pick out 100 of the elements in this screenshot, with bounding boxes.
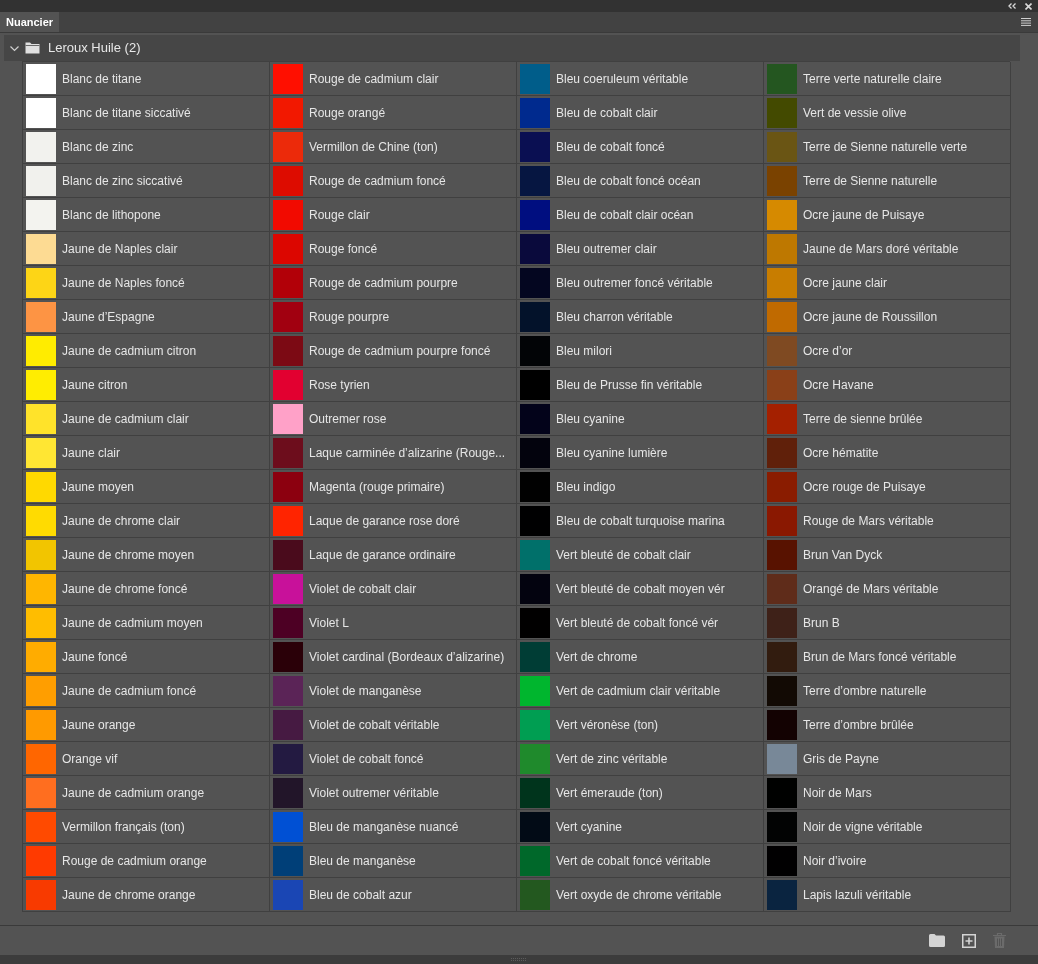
swatch-item[interactable]: Bleu outremer clair: [517, 232, 764, 266]
folder-icon[interactable]: [929, 934, 945, 947]
swatch-item[interactable]: Rouge foncé: [270, 232, 517, 266]
swatch-item[interactable]: Terre d’ombre naturelle: [764, 674, 1011, 708]
swatch-item[interactable]: Vert de vessie olive: [764, 96, 1011, 130]
swatch-item[interactable]: Jaune foncé: [23, 640, 270, 674]
swatch-item[interactable]: Bleu charron véritable: [517, 300, 764, 334]
swatch-item[interactable]: Blanc de lithopone: [23, 198, 270, 232]
close-icon[interactable]: [1025, 2, 1032, 10]
swatch-item[interactable]: Rouge pourpre: [270, 300, 517, 334]
swatch-item[interactable]: Rouge orangé: [270, 96, 517, 130]
swatch-item[interactable]: Vert bleuté de cobalt moyen vér: [517, 572, 764, 606]
plus-square-icon[interactable]: [962, 933, 976, 948]
swatch-item[interactable]: Jaune de chrome moyen: [23, 538, 270, 572]
swatch-item[interactable]: Orangé de Mars véritable: [764, 572, 1011, 606]
swatch-item[interactable]: Jaune de Naples clair: [23, 232, 270, 266]
swatch-item[interactable]: Ocre jaune de Puisaye: [764, 198, 1011, 232]
swatch-item[interactable]: Noir de Mars: [764, 776, 1011, 810]
swatch-item[interactable]: Terre de sienne brûlée: [764, 402, 1011, 436]
swatch-item[interactable]: Jaune clair: [23, 436, 270, 470]
swatch-item[interactable]: Violet de cobalt clair: [270, 572, 517, 606]
resize-grip-icon[interactable]: [511, 958, 527, 961]
swatch-item[interactable]: Violet de cobalt véritable: [270, 708, 517, 742]
swatch-item[interactable]: Blanc de zinc: [23, 130, 270, 164]
swatch-item[interactable]: Vermillon français (ton): [23, 810, 270, 844]
swatch-item[interactable]: Jaune orange: [23, 708, 270, 742]
swatch-item[interactable]: Bleu de cobalt turquoise marina: [517, 504, 764, 538]
swatch-item[interactable]: Brun de Mars foncé véritable: [764, 640, 1011, 674]
swatch-item[interactable]: Vert cyanine: [517, 810, 764, 844]
swatch-item[interactable]: Jaune de cadmium clair: [23, 402, 270, 436]
swatch-item[interactable]: Violet de cobalt foncé: [270, 742, 517, 776]
swatch-item[interactable]: Rouge de cadmium pourpre: [270, 266, 517, 300]
swatch-item[interactable]: Lapis lazuli véritable: [764, 878, 1011, 912]
swatch-item[interactable]: Rouge de cadmium foncé: [270, 164, 517, 198]
swatch-item[interactable]: Terre verte naturelle claire: [764, 62, 1011, 96]
swatch-item[interactable]: Terre de Sienne naturelle: [764, 164, 1011, 198]
swatch-item[interactable]: Vert véronèse (ton): [517, 708, 764, 742]
swatch-item[interactable]: Vert de cadmium clair véritable: [517, 674, 764, 708]
swatch-item[interactable]: Bleu indigo: [517, 470, 764, 504]
swatch-item[interactable]: Jaune de Mars doré véritable: [764, 232, 1011, 266]
swatch-item[interactable]: Vert oxyde de chrome véritable: [517, 878, 764, 912]
swatch-item[interactable]: Vert de zinc véritable: [517, 742, 764, 776]
swatch-item[interactable]: Jaune de chrome foncé: [23, 572, 270, 606]
swatch-item[interactable]: Bleu de cobalt foncé océan: [517, 164, 764, 198]
swatch-item[interactable]: Jaune moyen: [23, 470, 270, 504]
tab[interactable]: Nuancier: [0, 12, 60, 32]
swatch-item[interactable]: Ocre jaune clair: [764, 266, 1011, 300]
swatch-item[interactable]: Blanc de zinc siccativé: [23, 164, 270, 198]
swatch-item[interactable]: Jaune de cadmium orange: [23, 776, 270, 810]
swatch-item[interactable]: Ocre d’or: [764, 334, 1011, 368]
swatch-item[interactable]: Laque carminée d’alizarine (Rouge...: [270, 436, 517, 470]
swatch-item[interactable]: Terre d’ombre brûlée: [764, 708, 1011, 742]
swatch-item[interactable]: Bleu de manganèse nuancé: [270, 810, 517, 844]
swatch-item[interactable]: Vermillon de Chine (ton): [270, 130, 517, 164]
swatch-item[interactable]: Bleu coeruleum véritable: [517, 62, 764, 96]
swatch-item[interactable]: Terre de Sienne naturelle verte: [764, 130, 1011, 164]
swatch-item[interactable]: Rouge de Mars véritable: [764, 504, 1011, 538]
swatch-item[interactable]: Bleu de cobalt clair océan: [517, 198, 764, 232]
swatch-item[interactable]: Blanc de titane siccativé: [23, 96, 270, 130]
swatch-item[interactable]: Outremer rose: [270, 402, 517, 436]
swatch-item[interactable]: Bleu de manganèse: [270, 844, 517, 878]
swatch-item[interactable]: Jaune de chrome orange: [23, 878, 270, 912]
swatch-item[interactable]: Bleu de cobalt clair: [517, 96, 764, 130]
swatch-item[interactable]: Jaune d’Espagne: [23, 300, 270, 334]
swatch-item[interactable]: Laque de garance rose doré: [270, 504, 517, 538]
swatch-item[interactable]: Blanc de titane: [23, 62, 270, 96]
swatch-item[interactable]: Vert bleuté de cobalt foncé vér: [517, 606, 764, 640]
swatch-item[interactable]: Magenta (rouge primaire): [270, 470, 517, 504]
swatch-item[interactable]: Vert bleuté de cobalt clair: [517, 538, 764, 572]
swatch-item[interactable]: Rouge clair: [270, 198, 517, 232]
swatch-item[interactable]: Jaune de cadmium moyen: [23, 606, 270, 640]
swatch-item[interactable]: Bleu de Prusse fin véritable: [517, 368, 764, 402]
swatch-item[interactable]: Vert émeraude (ton): [517, 776, 764, 810]
swatch-item[interactable]: Violet L: [270, 606, 517, 640]
swatch-item[interactable]: Bleu outremer foncé véritable: [517, 266, 764, 300]
swatch-item[interactable]: Laque de garance ordinaire: [270, 538, 517, 572]
swatch-item[interactable]: Bleu de cobalt foncé: [517, 130, 764, 164]
swatch-item[interactable]: Bleu cyanine: [517, 402, 764, 436]
swatch-item[interactable]: Bleu cyanine lumière: [517, 436, 764, 470]
swatch-item[interactable]: Jaune citron: [23, 368, 270, 402]
swatch-item[interactable]: Ocre rouge de Puisaye: [764, 470, 1011, 504]
menu-icon[interactable]: [1021, 18, 1031, 26]
swatch-item[interactable]: Jaune de chrome clair: [23, 504, 270, 538]
swatch-item[interactable]: Rouge de cadmium orange: [23, 844, 270, 878]
swatch-item[interactable]: Bleu milori: [517, 334, 764, 368]
swatch-item[interactable]: Gris de Payne: [764, 742, 1011, 776]
swatch-item[interactable]: Noir de vigne véritable: [764, 810, 1011, 844]
swatch-item[interactable]: Noir d’ivoire: [764, 844, 1011, 878]
swatch-item[interactable]: Brun B: [764, 606, 1011, 640]
swatch-item[interactable]: Violet cardinal (Bordeaux d’alizarine): [270, 640, 517, 674]
swatch-item[interactable]: Bleu de cobalt azur: [270, 878, 517, 912]
double-chevron-icon[interactable]: [1008, 3, 1016, 9]
swatch-item[interactable]: Jaune de cadmium foncé: [23, 674, 270, 708]
swatch-item[interactable]: Jaune de cadmium citron: [23, 334, 270, 368]
swatch-item[interactable]: Ocre Havane: [764, 368, 1011, 402]
swatch-item[interactable]: Rouge de cadmium clair: [270, 62, 517, 96]
swatch-item[interactable]: Rouge de cadmium pourpre foncé: [270, 334, 517, 368]
swatch-item[interactable]: Ocre hématite: [764, 436, 1011, 470]
swatch-item[interactable]: Vert de chrome: [517, 640, 764, 674]
swatch-item[interactable]: Orange vif: [23, 742, 270, 776]
